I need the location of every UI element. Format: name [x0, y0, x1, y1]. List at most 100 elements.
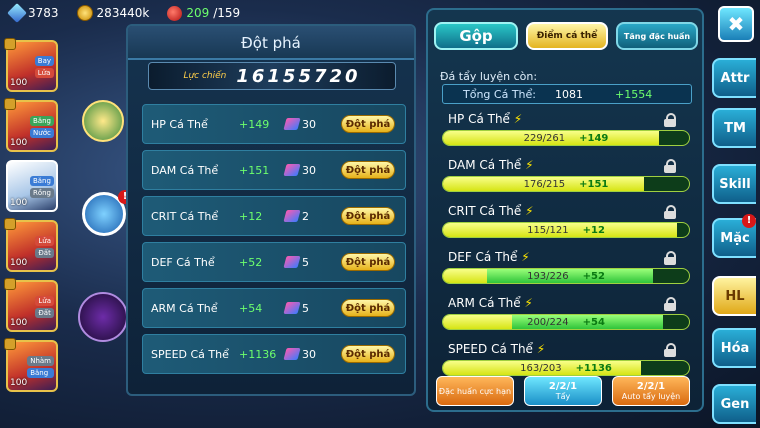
- total-value: 1081: [555, 87, 583, 101]
- breakthrough-button[interactable]: Đột phá: [341, 345, 395, 363]
- breakthrough-row: SPEED Cá Thể +1136 30 Đột phá: [142, 334, 406, 374]
- individual-stat-bar: 163/203 +1136: [442, 360, 690, 376]
- total-label: Tổng Cá Thể:: [463, 87, 536, 101]
- individual-stat-bar: 229/261 +149: [442, 130, 690, 146]
- side-tab-7[interactable]: Gen: [712, 384, 756, 424]
- hero-level: 100: [10, 78, 28, 88]
- padlock-icon[interactable]: [664, 343, 676, 357]
- power-label: Lực chiến: [183, 71, 227, 81]
- remaining-stones-label: Đá tẩy luyện còn:: [440, 70, 538, 83]
- combat-power-box: Lực chiến 16155720: [148, 62, 396, 90]
- individual-stat-bar: 200/224 +54: [442, 314, 690, 330]
- hero-card[interactable]: Lửa Đất 100: [4, 218, 58, 272]
- stat-bar-add: +12: [582, 224, 605, 236]
- hero-card[interactable]: Nhàm Băng 100: [4, 338, 58, 392]
- stat-bar-add: +52: [582, 270, 605, 282]
- hero-tag: Băng: [27, 368, 54, 378]
- padlock-icon[interactable]: [664, 113, 676, 127]
- resource-bar: 3783 283440k 209/159: [0, 0, 420, 26]
- hero-tag: Đất: [35, 248, 54, 258]
- breakthrough-button[interactable]: Đột phá: [341, 115, 395, 133]
- scroll-count: 30: [302, 347, 316, 361]
- padlock-icon[interactable]: [664, 159, 676, 173]
- lock-icon: [4, 218, 16, 230]
- hero-list: Bay Lửa 100 Băng Nước 100 Băng Rồng 100 Lửa…: [0, 38, 60, 400]
- stat-name: DEF Cá Thể: [151, 255, 215, 269]
- hero-card[interactable]: Băng Nước 100: [4, 98, 58, 152]
- bolt-icon: ⚡: [520, 296, 533, 310]
- padlock-icon[interactable]: [664, 251, 676, 265]
- stat-bar-value: 200/224: [527, 316, 569, 328]
- wash-button[interactable]: 2/2/1 Tẩy: [524, 376, 602, 406]
- tab-special-training[interactable]: Tăng đặc huấn: [616, 22, 698, 50]
- tab-bar: Gộp Điểm cá thể Tăng đặc huấn: [434, 22, 698, 50]
- hero-level: 100: [10, 138, 28, 148]
- auto-wash-button[interactable]: 2/2/1 Auto tẩy luyện: [612, 376, 690, 406]
- stat-name: HP Cá Thể: [151, 117, 208, 131]
- tab-individual-points[interactable]: Điểm cá thể: [526, 22, 608, 50]
- stat-bonus: +149: [239, 117, 270, 131]
- stat-bar-add: +54: [582, 316, 605, 328]
- bolt-icon: ⚡: [532, 342, 546, 356]
- individual-stat-label: ARM Cá Thể: [448, 296, 521, 310]
- side-tab-6[interactable]: Hóa: [712, 328, 756, 368]
- gold-value: 283440k: [96, 6, 150, 20]
- scroll-icon: [283, 348, 301, 360]
- lock-icon: [4, 338, 16, 350]
- hero-level: 100: [10, 378, 28, 388]
- stat-bar-value: 229/261: [523, 132, 566, 144]
- special-train-button[interactable]: Đặc huấn cực hạn: [436, 376, 514, 406]
- auto-wash-label: Auto tẩy luyện: [621, 392, 681, 401]
- total-individual: Tổng Cá Thể: 1081 +1554: [442, 84, 692, 104]
- stat-bonus: +52: [239, 255, 263, 269]
- tab-merge[interactable]: Gộp: [434, 22, 518, 50]
- hero-tag: Băng: [30, 116, 54, 126]
- gold-resource: 283440k: [76, 5, 150, 21]
- side-tab-1[interactable]: Attr: [712, 58, 756, 98]
- hero-tag: Nhàm: [27, 356, 54, 366]
- hero-tag: Rồng: [29, 188, 54, 198]
- hero-card-selected[interactable]: Băng Rồng 100: [6, 160, 58, 212]
- breakthrough-row: DAM Cá Thể +151 30 Đột phá: [142, 150, 406, 190]
- stat-bar-value: 193/226: [527, 270, 569, 282]
- bolt-icon: ⚡: [509, 112, 523, 126]
- breakthrough-panel: Đột phá Lực chiến 16155720 HP Cá Thể +14…: [126, 24, 416, 396]
- stat-name: ARM Cá Thể: [151, 301, 218, 315]
- hero-tag: Lửa: [34, 68, 54, 78]
- hero-tag: Nước: [30, 128, 54, 138]
- breakthrough-button[interactable]: Đột phá: [341, 253, 395, 271]
- scroll-count: 30: [302, 117, 316, 131]
- stat-bar-add: +149: [579, 132, 609, 144]
- stat-name: DAM Cá Thể: [151, 163, 219, 177]
- individual-stats-panel: Gộp Điểm cá thể Tăng đặc huấn Đá tẩy luy…: [426, 8, 704, 412]
- lock-icon: [4, 278, 16, 290]
- scroll-count: 2: [302, 209, 309, 223]
- stat-bonus: +12: [239, 209, 263, 223]
- side-tab-2[interactable]: TM: [712, 108, 756, 148]
- close-button[interactable]: ✖: [718, 6, 754, 42]
- wash-label: Tẩy: [555, 392, 571, 401]
- stat-bar-value: 176/215: [523, 178, 566, 190]
- pet-orb[interactable]: [82, 100, 124, 142]
- padlock-icon[interactable]: [664, 205, 676, 219]
- side-tab-5[interactable]: HL: [712, 276, 756, 316]
- hero-card[interactable]: Lửa Đất 100: [4, 278, 58, 332]
- gem-icon: [7, 3, 27, 23]
- breakthrough-button[interactable]: Đột phá: [341, 299, 395, 317]
- individual-stat-name: SPEED Cá Thể ⚡: [448, 342, 545, 356]
- padlock-icon[interactable]: [664, 297, 676, 311]
- individual-stat-label: DEF Cá Thể: [448, 250, 518, 264]
- breakthrough-button[interactable]: Đột phá: [341, 207, 395, 225]
- side-tab-3[interactable]: Skill: [712, 164, 756, 204]
- bolt-icon: ⚡: [521, 204, 534, 218]
- hero-card[interactable]: Bay Lửa 100: [4, 38, 58, 92]
- scroll-count: 5: [302, 255, 309, 269]
- individual-stat-label: HP Cá Thể: [448, 112, 510, 126]
- individual-stat-label: DAM Cá Thể: [448, 158, 522, 172]
- breakthrough-button[interactable]: Đột phá: [341, 161, 395, 179]
- hero-tag: Đất: [35, 308, 54, 318]
- stamina-max: /159: [213, 6, 241, 20]
- rune-orb[interactable]: [78, 292, 128, 342]
- stamina-apple-icon: [167, 5, 183, 21]
- breakthrough-row: CRIT Cá Thể +12 2 Đột phá: [142, 196, 406, 236]
